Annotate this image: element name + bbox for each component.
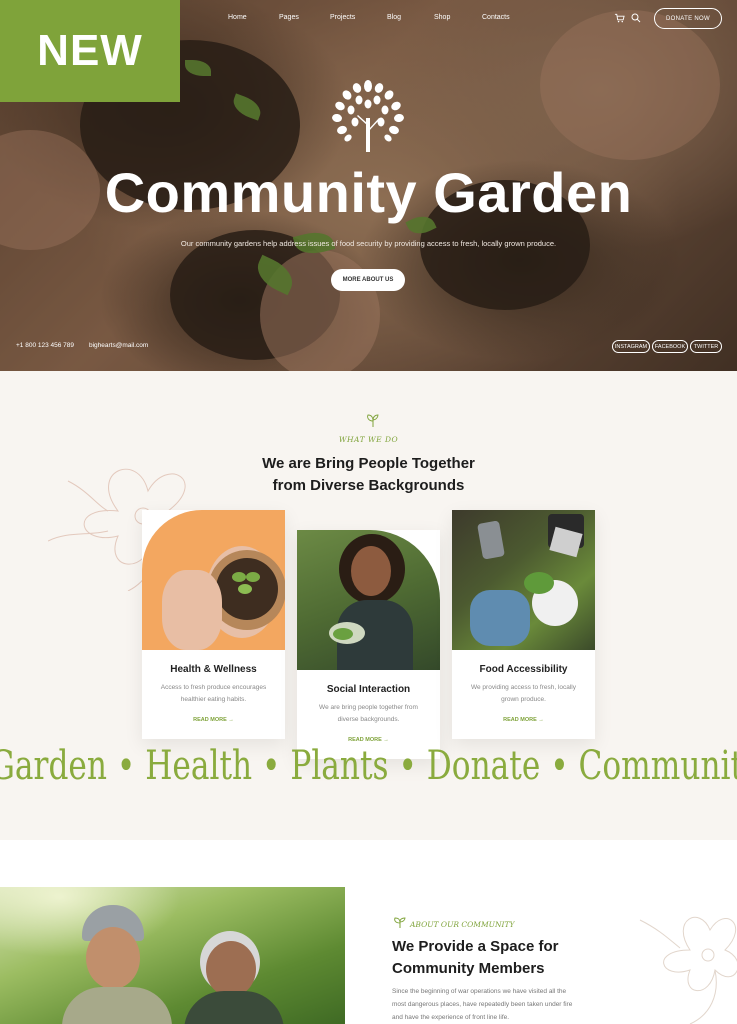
hero-section: NEW Home Pages Projects Blog Shop Contac… <box>0 0 737 371</box>
section-title-line: We are Bring People Together <box>262 455 475 472</box>
twitter-link[interactable]: TWITTER <box>690 340 722 353</box>
read-more-label: READ MORE <box>193 717 227 723</box>
plant-pot-image <box>142 510 285 650</box>
about-text: Since the beginning of war operations we… <box>392 985 602 1024</box>
about-text-line: most dangerous places, have repeatedly b… <box>392 1001 573 1008</box>
about-text-line: Since the beginning of war operations we… <box>392 988 567 995</box>
arrow-right-icon: → <box>538 717 544 723</box>
section-eyebrow: WHAT WE DO <box>338 435 399 444</box>
phone-link[interactable]: +1 800 123 456 789 <box>16 342 74 349</box>
facebook-link[interactable]: FACEBOOK <box>652 340 688 353</box>
smiling-women-photo <box>0 887 345 1024</box>
tree-logo-icon <box>332 80 404 152</box>
keyword-marquee: Garden • Health • Plants • Donate • Comm… <box>0 743 737 789</box>
read-more-label: READ MORE <box>503 717 537 723</box>
email-link[interactable]: bighearts@mail.com <box>89 342 148 349</box>
card-title: Social Interaction <box>326 684 411 695</box>
card-social-interaction[interactable]: Social Interaction We are bring people t… <box>297 530 440 759</box>
hero-subtitle: Our community gardens help address issue… <box>180 239 557 248</box>
nav-item-shop[interactable]: Shop <box>434 14 450 21</box>
flower-outline-icon <box>639 917 737 1024</box>
woman-portrait-image <box>297 530 440 670</box>
about-text-line: and have the experience of front line li… <box>392 1014 510 1021</box>
more-about-us-button[interactable]: MORE ABOUT US <box>331 269 405 291</box>
donate-now-button[interactable]: DONATE NOW <box>654 8 722 29</box>
nav-item-blog[interactable]: Blog <box>387 14 401 21</box>
sprout-icon <box>367 414 379 427</box>
new-badge: NEW <box>0 0 180 102</box>
hero-title: Community Garden <box>104 161 633 224</box>
nav-item-pages[interactable]: Pages <box>279 14 299 21</box>
instagram-link[interactable]: INSTAGRAM <box>612 340 650 353</box>
card-description-line: We providing access to fresh, locally <box>470 684 576 691</box>
cart-icon[interactable] <box>614 13 625 23</box>
card-description-line: Access to fresh produce encourages <box>160 684 267 691</box>
search-icon[interactable] <box>631 13 641 23</box>
card-health-wellness[interactable]: Health & Wellness Access to fresh produc… <box>142 510 285 739</box>
sprout-icon <box>394 917 406 928</box>
what-we-do-section: WHAT WE DO We are Bring People Together … <box>0 371 737 840</box>
garden-tools-image <box>452 510 595 650</box>
card-description-line: grown produce. <box>501 696 546 703</box>
card-description: We are bring people together from divers… <box>307 702 430 726</box>
nav-item-contacts[interactable]: Contacts <box>482 14 510 21</box>
about-title: We Provide a Space for Community Members <box>392 936 612 980</box>
nav-item-projects[interactable]: Projects <box>330 14 355 21</box>
about-title-line: Community Members <box>392 960 545 977</box>
about-eyebrow: ABOUT OUR COMMUNITY <box>410 920 515 929</box>
read-more-link[interactable]: READ MORE → <box>142 717 285 723</box>
section-title-line: from Diverse Backgrounds <box>272 477 465 494</box>
card-description-line: We are bring people together from <box>319 704 418 711</box>
card-description: Access to fresh produce encourages healt… <box>152 682 275 706</box>
card-food-accessibility[interactable]: Food Accessibility We providing access t… <box>452 510 595 739</box>
card-title: Health & Wellness <box>170 664 257 675</box>
section-title: We are Bring People Together from Divers… <box>0 453 737 497</box>
card-description-line: healthier eating habits. <box>180 696 247 703</box>
card-title: Food Accessibility <box>479 664 568 675</box>
nav-item-home[interactable]: Home <box>228 14 247 21</box>
card-description: We providing access to fresh, locally gr… <box>462 682 585 706</box>
arrow-right-icon: → <box>228 717 234 723</box>
read-more-link[interactable]: READ MORE → <box>452 717 595 723</box>
about-title-line: We Provide a Space for <box>392 938 559 955</box>
card-description-line: diverse backgrounds. <box>337 716 400 723</box>
about-section: ABOUT OUR COMMUNITY We Provide a Space f… <box>0 840 737 1024</box>
